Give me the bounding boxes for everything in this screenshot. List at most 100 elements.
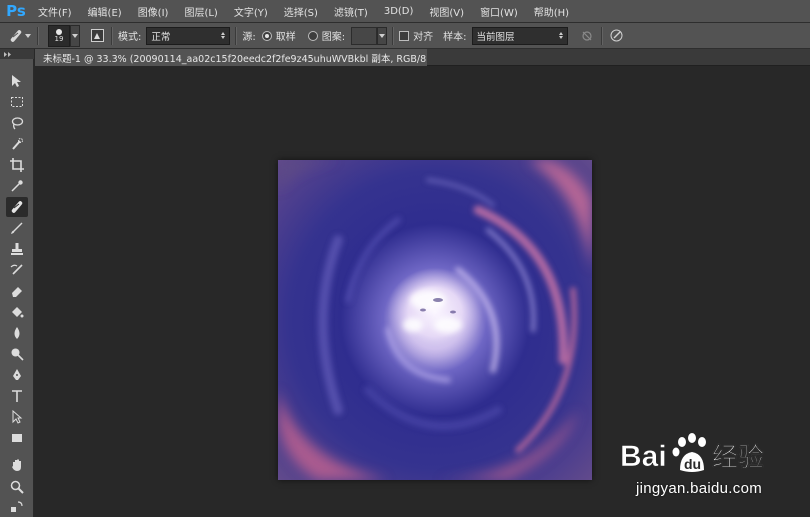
- updown-arrows-icon: [221, 32, 226, 39]
- separator: [600, 26, 603, 45]
- menu-edit[interactable]: 编辑(E): [80, 4, 130, 19]
- tool-swap-colors[interactable]: [6, 497, 28, 517]
- separator: [392, 26, 395, 45]
- tool-blur[interactable]: [6, 323, 28, 343]
- blur-icon: [14, 327, 20, 339]
- tools-panel: [0, 59, 34, 517]
- tool-clone-stamp[interactable]: [6, 239, 28, 259]
- pattern-dropdown[interactable]: [377, 26, 388, 45]
- menu-help[interactable]: 帮助(H): [526, 4, 577, 19]
- zoom-icon: [10, 480, 24, 494]
- menu-filter[interactable]: 滤镜(T): [326, 4, 376, 19]
- separator: [111, 26, 113, 45]
- ignore-adjustment-icon: [581, 30, 592, 41]
- menu-bar: Ps 文件(F) 编辑(E) 图像(I) 图层(L) 文字(Y) 选择(S) 滤…: [0, 0, 810, 23]
- separator: [235, 26, 238, 45]
- tool-paint-bucket[interactable]: [6, 302, 28, 322]
- tool-brush[interactable]: [6, 218, 28, 238]
- menu-file[interactable]: 文件(F): [30, 4, 80, 19]
- type-icon: [12, 390, 22, 402]
- menu-type[interactable]: 文字(Y): [226, 4, 276, 19]
- pressure-size-icon: [610, 29, 623, 42]
- sample-select[interactable]: 当前图层: [471, 26, 568, 45]
- mode-select[interactable]: 正常: [146, 26, 231, 45]
- tool-dodge[interactable]: [6, 344, 28, 364]
- swirl-sky-image: [278, 160, 592, 480]
- menu-window[interactable]: 窗口(W): [472, 4, 526, 19]
- eyedropper-icon: [11, 180, 23, 192]
- tool-healing-brush[interactable]: [6, 197, 28, 217]
- document-tab[interactable]: 未标题-1 @ 33.3% (20090114_aa02c15f20eedc2f…: [35, 49, 427, 66]
- baidu-jingyan-logo: Bai du 经验: [620, 433, 764, 473]
- sample-label: 样本:: [443, 32, 467, 43]
- baidu-jingyan-logo: Bai du 经验: [620, 432, 800, 476]
- tool-history-brush[interactable]: [6, 260, 28, 280]
- tool-lasso[interactable]: [6, 113, 28, 133]
- tool-path-select[interactable]: [6, 407, 28, 427]
- tool-rectangle-shape[interactable]: [6, 428, 28, 448]
- tool-eraser[interactable]: [6, 281, 28, 301]
- source-pattern-label: 图案:: [321, 32, 346, 43]
- dodge-icon: [11, 348, 24, 361]
- menu-3d[interactable]: 3D(D): [376, 6, 422, 17]
- menu-select[interactable]: 选择(S): [276, 4, 326, 19]
- toolbox-header[interactable]: [0, 49, 34, 59]
- paint-bucket-icon: [12, 307, 24, 318]
- menu-image[interactable]: 图像(I): [130, 4, 177, 19]
- clone-stamp-icon: [11, 243, 23, 255]
- mode-group: 模式: 正常: [118, 26, 231, 45]
- aligned-label: 对齐: [413, 32, 434, 43]
- healing-brush-icon: [10, 29, 22, 42]
- healing-brush-icon: [11, 201, 23, 213]
- source-sampled-radio[interactable]: [261, 30, 272, 41]
- tool-crop[interactable]: [6, 155, 28, 175]
- brush-size-dropdown[interactable]: [70, 24, 80, 47]
- aligned-checkbox[interactable]: [399, 30, 410, 41]
- hand-icon: [12, 459, 21, 471]
- move-icon: [12, 75, 21, 87]
- options-bar: 19 模式: 正常 源: 取样 图案: 对齐 样本: 当前图层: [0, 23, 810, 49]
- source-sampled-label: 取样: [275, 32, 296, 43]
- collapse-arrows-icon: [4, 51, 11, 57]
- tool-pen[interactable]: [6, 365, 28, 385]
- brush-panel-button[interactable]: [88, 27, 106, 45]
- brush-size-preview: 19: [48, 24, 70, 47]
- svg-text:du: du: [684, 456, 701, 472]
- tool-hand[interactable]: [6, 455, 28, 475]
- swap-colors-icon: [11, 501, 23, 512]
- photoshop-logo: Ps: [6, 2, 26, 20]
- chevron-down-icon: [25, 33, 31, 38]
- tool-zoom[interactable]: [6, 477, 28, 497]
- menu-layer[interactable]: 图层(L): [176, 4, 225, 19]
- tool-type[interactable]: [6, 386, 28, 406]
- tool-preset-picker[interactable]: [8, 27, 32, 45]
- tool-rect-marquee[interactable]: [6, 92, 28, 112]
- menu-view[interactable]: 视图(V): [421, 4, 472, 19]
- svg-text:经验: 经验: [712, 442, 764, 473]
- tool-eyedropper[interactable]: [6, 176, 28, 196]
- pressure-size-button[interactable]: [608, 27, 626, 45]
- tool-quick-select[interactable]: [6, 134, 28, 154]
- separator: [37, 26, 39, 45]
- rectangle-shape-icon: [12, 434, 22, 442]
- updown-arrows-icon: [558, 32, 563, 39]
- lasso-icon: [11, 117, 24, 130]
- document-tab-bar: 未标题-1 @ 33.3% (20090114_aa02c15f20eedc2f…: [35, 49, 810, 66]
- brush-size-picker[interactable]: 19: [44, 24, 80, 47]
- brush-size-value: 19: [54, 34, 64, 43]
- tool-move[interactable]: [6, 71, 28, 91]
- brush-icon: [11, 222, 23, 234]
- ignore-adjustment-button[interactable]: [578, 27, 596, 45]
- aligned-group: 对齐 样本: 当前图层: [399, 26, 568, 45]
- source-pattern-radio[interactable]: [307, 30, 318, 41]
- mode-value: 正常: [151, 31, 171, 43]
- document-tab-title: 未标题-1 @ 33.3% (20090114_aa02c15f20eedc2f…: [43, 53, 427, 65]
- crop-icon: [10, 158, 24, 172]
- history-brush-icon: [10, 264, 23, 275]
- document-canvas[interactable]: [278, 160, 592, 480]
- mode-label: 模式:: [118, 32, 142, 43]
- brush-panel-icon: [90, 29, 104, 42]
- path-select-icon: [12, 410, 23, 424]
- pattern-picker[interactable]: [351, 26, 378, 45]
- eraser-icon: [12, 287, 22, 297]
